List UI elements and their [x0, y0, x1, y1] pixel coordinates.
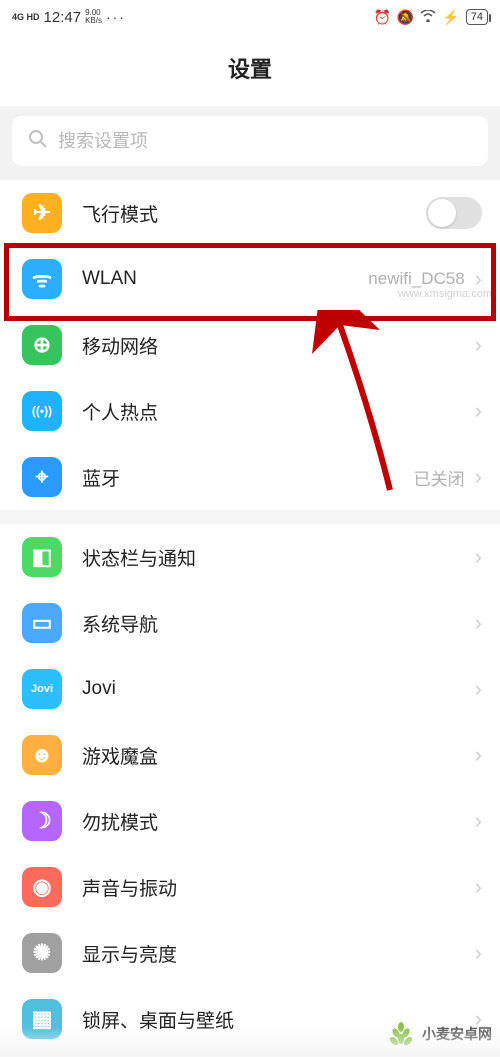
item-label: 勿扰模式	[82, 808, 475, 835]
search-wrap	[0, 106, 500, 180]
wheat-icon	[386, 1019, 416, 1049]
chevron-right-icon: ›	[475, 874, 482, 900]
status-time: 12:47	[44, 9, 82, 26]
wall-icon: ▦	[22, 999, 62, 1039]
chevron-right-icon: ›	[475, 940, 482, 966]
net-speed: 9.00 KB/s	[85, 9, 102, 25]
chevron-right-icon: ›	[475, 544, 482, 570]
mute-icon: 🔕	[397, 9, 414, 26]
page-title: 设置	[0, 52, 500, 84]
settings-group: ✈飞行模式ᯤWLANnewifi_DC58›⊕移动网络›((•))个人热点›⌖蓝…	[0, 180, 500, 510]
status-right: ⏰ 🔕 ⚡ 74	[373, 9, 488, 26]
status-icon: ◧	[22, 537, 62, 577]
item-value: newifi_DC58	[368, 269, 464, 289]
search-icon	[28, 129, 48, 154]
header: 设置	[0, 34, 500, 106]
settings-group: ◧状态栏与通知›▭系统导航›JoviJovi›☻游戏魔盒›☽勿扰模式›◉声音与振…	[0, 524, 500, 1052]
item-wlan[interactable]: ᯤWLANnewifi_DC58›	[0, 246, 500, 312]
chevron-right-icon: ›	[475, 676, 482, 702]
item-label: 显示与亮度	[82, 940, 475, 967]
display-icon: ✺	[22, 933, 62, 973]
wifi-icon	[420, 9, 436, 25]
dnd-icon: ☽	[22, 801, 62, 841]
item-label: 系统导航	[82, 610, 475, 637]
sound-icon: ◉	[22, 867, 62, 907]
item-jovi[interactable]: JoviJovi›	[0, 656, 500, 722]
item-airplane[interactable]: ✈ 飞行模式	[0, 180, 500, 246]
item-dnd[interactable]: ☽ 勿扰模式›	[0, 788, 500, 854]
chevron-right-icon: ›	[475, 610, 482, 636]
item-navigation[interactable]: ▭ 系统导航›	[0, 590, 500, 656]
item-label: 游戏魔盒	[82, 742, 475, 769]
watermark-brand: 小麦安卓网	[386, 1019, 492, 1049]
item-display[interactable]: ✺ 显示与亮度›	[0, 920, 500, 986]
battery-indicator: 74	[466, 9, 488, 25]
mobile-icon: ⊕	[22, 325, 62, 365]
chevron-right-icon: ›	[475, 742, 482, 768]
chevron-right-icon: ›	[475, 808, 482, 834]
game-icon: ☻	[22, 735, 62, 775]
item-gamebox[interactable]: ☻ 游戏魔盒›	[0, 722, 500, 788]
item-label: WLAN	[82, 268, 368, 290]
item-hotspot[interactable]: ((•)) 个人热点›	[0, 378, 500, 444]
chevron-right-icon: ›	[475, 398, 482, 424]
item-sound[interactable]: ◉ 声音与振动›	[0, 854, 500, 920]
item-label: 蓝牙	[82, 464, 414, 491]
signal-indicator: 4G HD	[12, 12, 40, 22]
status-left: 4G HD 12:47 9.00 KB/s ···	[12, 9, 126, 26]
chevron-right-icon: ›	[475, 464, 482, 490]
jovi-icon: Jovi	[22, 669, 62, 709]
status-bar: 4G HD 12:47 9.00 KB/s ··· ⏰ 🔕 ⚡ 74	[0, 0, 500, 34]
item-mobile[interactable]: ⊕ 移动网络›	[0, 312, 500, 378]
hotspot-icon: ((•))	[22, 391, 62, 431]
search-input[interactable]	[58, 131, 472, 152]
charge-icon: ⚡	[442, 9, 459, 26]
item-value: 已关闭	[414, 465, 465, 490]
nav-icon: ▭	[22, 603, 62, 643]
item-label: 移动网络	[82, 332, 475, 359]
item-label: 声音与振动	[82, 874, 475, 901]
alarm-icon: ⏰	[373, 9, 390, 26]
item-label: Jovi	[82, 678, 475, 700]
airplane-icon: ✈	[22, 193, 62, 233]
item-label: 个人热点	[82, 398, 475, 425]
watermark-url: www.xmsigma.com	[398, 288, 492, 300]
status-dots: ···	[106, 9, 126, 25]
item-label: 飞行模式	[82, 200, 426, 227]
search-box[interactable]	[12, 116, 488, 166]
wlan-icon: ᯤ	[22, 259, 62, 299]
item-statusbar[interactable]: ◧ 状态栏与通知›	[0, 524, 500, 590]
bt-icon: ⌖	[22, 457, 62, 497]
item-bluetooth[interactable]: ⌖ 蓝牙已关闭 ›	[0, 444, 500, 510]
item-label: 状态栏与通知	[82, 544, 475, 571]
airplane-toggle[interactable]	[426, 197, 482, 229]
chevron-right-icon: ›	[475, 332, 482, 358]
